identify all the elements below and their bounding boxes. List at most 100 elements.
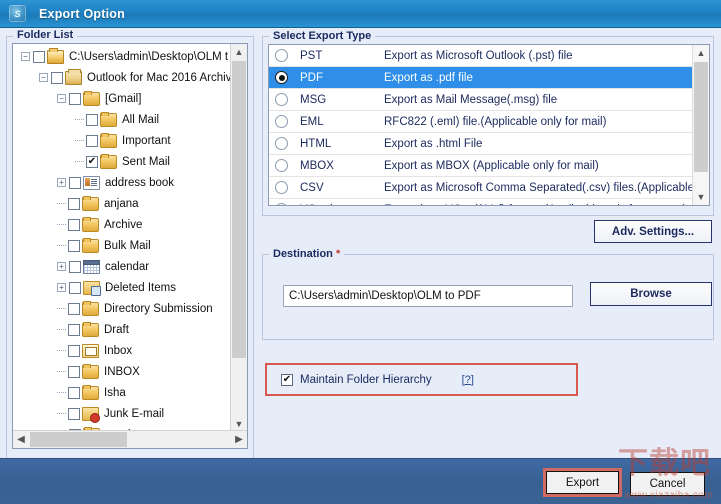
folder-checkbox[interactable]: ✔	[86, 155, 98, 168]
export-type-option[interactable]: EML RFC822 (.eml) file.(Applicable only f…	[269, 111, 695, 133]
inbox-icon	[82, 343, 99, 358]
folder-checkbox[interactable]	[68, 344, 80, 357]
folder-checkbox[interactable]	[86, 134, 98, 147]
radio-button-icon[interactable]	[275, 159, 288, 172]
folder-item-label: Isha	[104, 386, 126, 399]
export-scroll-down-icon[interactable]: ▼	[693, 189, 709, 205]
folder-tree-item[interactable]: − Outlook for Mac 2016 Archiv	[13, 67, 232, 88]
folder-item-label: Bulk Mail	[104, 239, 151, 252]
destination-path-input[interactable]: C:\Users\admin\Desktop\OLM to PDF	[283, 285, 573, 307]
export-type-option[interactable]: HTML Export as .html File	[269, 133, 695, 155]
calendar-icon	[83, 259, 100, 274]
folder-tree-item[interactable]: Directory Submission	[13, 298, 232, 319]
vertical-scroll-thumb[interactable]	[232, 61, 246, 358]
folder-icon	[100, 132, 117, 148]
scroll-left-arrow-icon[interactable]: ◀	[13, 431, 29, 448]
folder-tree-item[interactable]: Archive	[13, 214, 232, 235]
folder-checkbox[interactable]	[33, 50, 45, 63]
folder-tree-item[interactable]: + address book	[13, 172, 232, 193]
folder-checkbox[interactable]	[69, 281, 81, 294]
folder-tree-item[interactable]: ✔ Sent Mail	[13, 151, 232, 172]
folder-tree-item[interactable]: INBOX	[13, 361, 232, 382]
export-type-list[interactable]: PST Export as Microsoft Outlook (.pst) fi…	[268, 44, 710, 206]
cancel-button[interactable]: Cancel	[630, 472, 705, 496]
folder-checkbox[interactable]	[69, 260, 81, 273]
expand-icon[interactable]: +	[57, 283, 66, 292]
export-type-option[interactable]: MBOX Export as MBOX (Applicable only for …	[269, 155, 695, 177]
folder-checkbox[interactable]	[69, 176, 81, 189]
folder-item-label: INBOX	[104, 365, 140, 378]
adv-settings-button[interactable]: Adv. Settings...	[594, 220, 712, 243]
folder-tree-item[interactable]: − [Gmail]	[13, 88, 232, 109]
folder-tree-item[interactable]: anjana	[13, 193, 232, 214]
export-type-description: RFC822 (.eml) file.(Applicable only for …	[384, 115, 607, 128]
folder-tree-item[interactable]: Draft	[13, 319, 232, 340]
folder-checkbox[interactable]	[68, 302, 80, 315]
radio-button-icon[interactable]	[275, 115, 288, 128]
scroll-right-arrow-icon[interactable]: ▶	[231, 431, 247, 448]
folder-tree-horizontal-scrollbar[interactable]: ◀ ▶	[13, 430, 247, 448]
radio-button-icon[interactable]	[275, 49, 288, 62]
export-type-option[interactable]: MSG Export as Mail Message(.msg) file	[269, 89, 695, 111]
folder-icon	[82, 195, 99, 211]
export-type-description: Export as Mail Message(.msg) file	[384, 93, 558, 106]
collapse-icon[interactable]: −	[21, 52, 30, 61]
export-type-option[interactable]: VCardExport in to VCard(.Vcf) format (Ap…	[269, 199, 695, 206]
radio-button-icon[interactable]	[275, 181, 288, 194]
folder-checkbox[interactable]	[86, 113, 98, 126]
folder-tree-item[interactable]: Bulk Mail	[13, 235, 232, 256]
export-type-scrollbar[interactable]: ▲ ▼	[692, 45, 709, 205]
export-type-option[interactable]: PDF Export as .pdf file	[269, 67, 695, 89]
folder-checkbox[interactable]	[68, 407, 80, 420]
export-button-highlight: Export	[543, 468, 622, 497]
folder-tree-item[interactable]: Inbox	[13, 340, 232, 361]
maintain-folder-hierarchy-label: Maintain Folder Hierarchy	[300, 373, 432, 386]
maintain-folder-hierarchy-checkbox[interactable]: ✔	[281, 373, 293, 386]
radio-button-icon[interactable]	[275, 203, 288, 205]
export-type-name: EML	[300, 115, 324, 128]
radio-button-icon[interactable]	[275, 71, 288, 84]
folder-checkbox[interactable]	[68, 218, 80, 231]
radio-button-icon[interactable]	[275, 93, 288, 106]
export-scroll-up-icon[interactable]: ▲	[693, 45, 709, 61]
folder-list-legend: Folder List	[13, 29, 78, 41]
export-type-option[interactable]: CSV Export as Microsoft Comma Separated(.…	[269, 177, 695, 199]
folder-checkbox[interactable]	[68, 197, 80, 210]
folder-checkbox[interactable]	[68, 386, 80, 399]
tree-connector	[57, 350, 66, 351]
tree-connector	[57, 371, 66, 372]
folder-item-label: Outlook for Mac 2016 Archiv	[87, 71, 232, 84]
folder-tree-vertical-scrollbar[interactable]: ▲ ▼	[230, 44, 247, 432]
folder-checkbox[interactable]	[68, 239, 80, 252]
expand-icon[interactable]: +	[57, 178, 66, 187]
folder-item-label: Directory Submission	[104, 302, 213, 315]
help-link[interactable]: [?]	[462, 374, 474, 386]
export-scroll-thumb[interactable]	[694, 62, 708, 172]
export-type-description: Export in to VCard(.Vcf) format (Applica…	[384, 204, 686, 206]
expand-icon[interactable]: +	[57, 262, 66, 271]
folder-tree-item[interactable]: Important	[13, 130, 232, 151]
export-type-group: Select Export Type PST Export as Microsof…	[262, 30, 714, 216]
export-type-name: PST	[300, 49, 323, 62]
export-button[interactable]: Export	[546, 471, 619, 494]
export-type-description: Export as Microsoft Comma Separated(.csv…	[384, 181, 695, 194]
horizontal-scroll-thumb[interactable]	[30, 432, 127, 447]
export-type-option[interactable]: PST Export as Microsoft Outlook (.pst) fi…	[269, 45, 695, 67]
folder-tree-item[interactable]: + calendar	[13, 256, 232, 277]
folder-tree-item[interactable]: Junk E-mail	[13, 403, 232, 424]
folder-checkbox[interactable]	[69, 92, 81, 105]
folder-icon	[82, 300, 99, 316]
collapse-icon[interactable]: −	[57, 94, 66, 103]
folder-tree-item[interactable]: Isha	[13, 382, 232, 403]
folder-checkbox[interactable]	[68, 323, 80, 336]
folder-tree-item[interactable]: All Mail	[13, 109, 232, 130]
folder-checkbox[interactable]	[51, 71, 63, 84]
folder-tree-item[interactable]: + Deleted Items	[13, 277, 232, 298]
radio-button-icon[interactable]	[275, 137, 288, 150]
folder-checkbox[interactable]	[68, 365, 80, 378]
collapse-icon[interactable]: −	[39, 73, 48, 82]
folder-tree-item[interactable]: − C:\Users\admin\Desktop\OLM t	[13, 46, 232, 67]
folder-tree[interactable]: − C:\Users\admin\Desktop\OLM t − Outlook fo…	[13, 46, 232, 432]
browse-button[interactable]: Browse	[590, 282, 712, 306]
scroll-up-arrow-icon[interactable]: ▲	[231, 44, 247, 60]
